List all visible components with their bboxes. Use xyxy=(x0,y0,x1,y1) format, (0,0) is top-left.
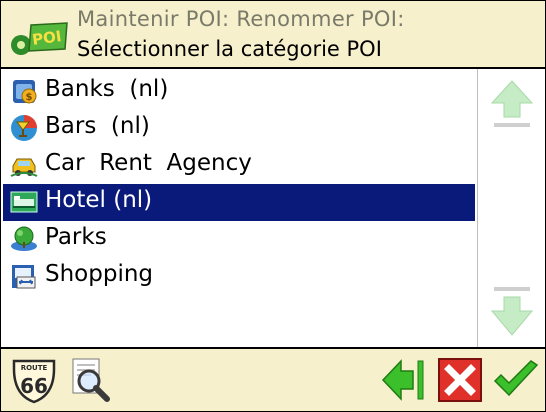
header-title-line2: Sélectionner la catégorie POI xyxy=(77,37,382,61)
poi-category-list: $ Banks (nl) Bars (nl) Car Rent Agency H… xyxy=(1,69,477,347)
route66-icon[interactable]: ROUTE 66 xyxy=(9,355,59,405)
list-item-hotel[interactable]: Hotel (nl) xyxy=(3,184,475,221)
checkmark-icon[interactable] xyxy=(491,355,541,405)
list-item-parks[interactable]: Parks xyxy=(3,221,475,258)
hotel-icon xyxy=(10,191,38,213)
list-item-label: Bars (nl) xyxy=(45,113,150,139)
list-scrollbar[interactable] xyxy=(477,69,545,347)
header-title-line1: Maintenir POI: Renommer POI: xyxy=(77,7,405,31)
list-item-label: Shopping xyxy=(45,261,154,287)
list-item-bars[interactable]: Bars (nl) xyxy=(3,110,475,147)
list-item-label: Banks (nl) xyxy=(45,76,169,102)
list-item-shopping[interactable]: Shopping xyxy=(3,258,475,295)
list-item-label: Car Rent Agency xyxy=(45,150,252,176)
route66-top-text: ROUTE xyxy=(21,364,48,372)
bank-icon: $ xyxy=(13,80,37,104)
poi-logo-icon: POI xyxy=(11,22,68,55)
header-bar: POI Maintenir POI: Renommer POI: Sélecti… xyxy=(1,1,545,69)
svg-text:$: $ xyxy=(26,92,33,103)
scroll-down-icon[interactable] xyxy=(488,283,536,339)
list-item-label: Parks xyxy=(45,224,107,250)
route66-number-text: 66 xyxy=(20,374,48,398)
list-item-car-rent-agency[interactable]: Car Rent Agency xyxy=(3,147,475,184)
shopping-icon xyxy=(12,265,36,289)
scroll-up-icon[interactable] xyxy=(488,77,536,133)
car-rental-icon xyxy=(10,158,38,177)
list-item-banks[interactable]: $ Banks (nl) xyxy=(3,73,475,110)
cancel-icon[interactable] xyxy=(435,355,485,405)
footer-toolbar: ROUTE 66 xyxy=(1,347,545,411)
app-window: POI Maintenir POI: Renommer POI: Sélecti… xyxy=(0,0,546,412)
magnifier-icon[interactable] xyxy=(65,355,115,405)
bar-icon xyxy=(11,115,37,141)
list-item-label: Hotel (nl) xyxy=(45,187,153,213)
back-arrow-icon[interactable] xyxy=(379,355,429,405)
park-icon xyxy=(11,226,37,251)
